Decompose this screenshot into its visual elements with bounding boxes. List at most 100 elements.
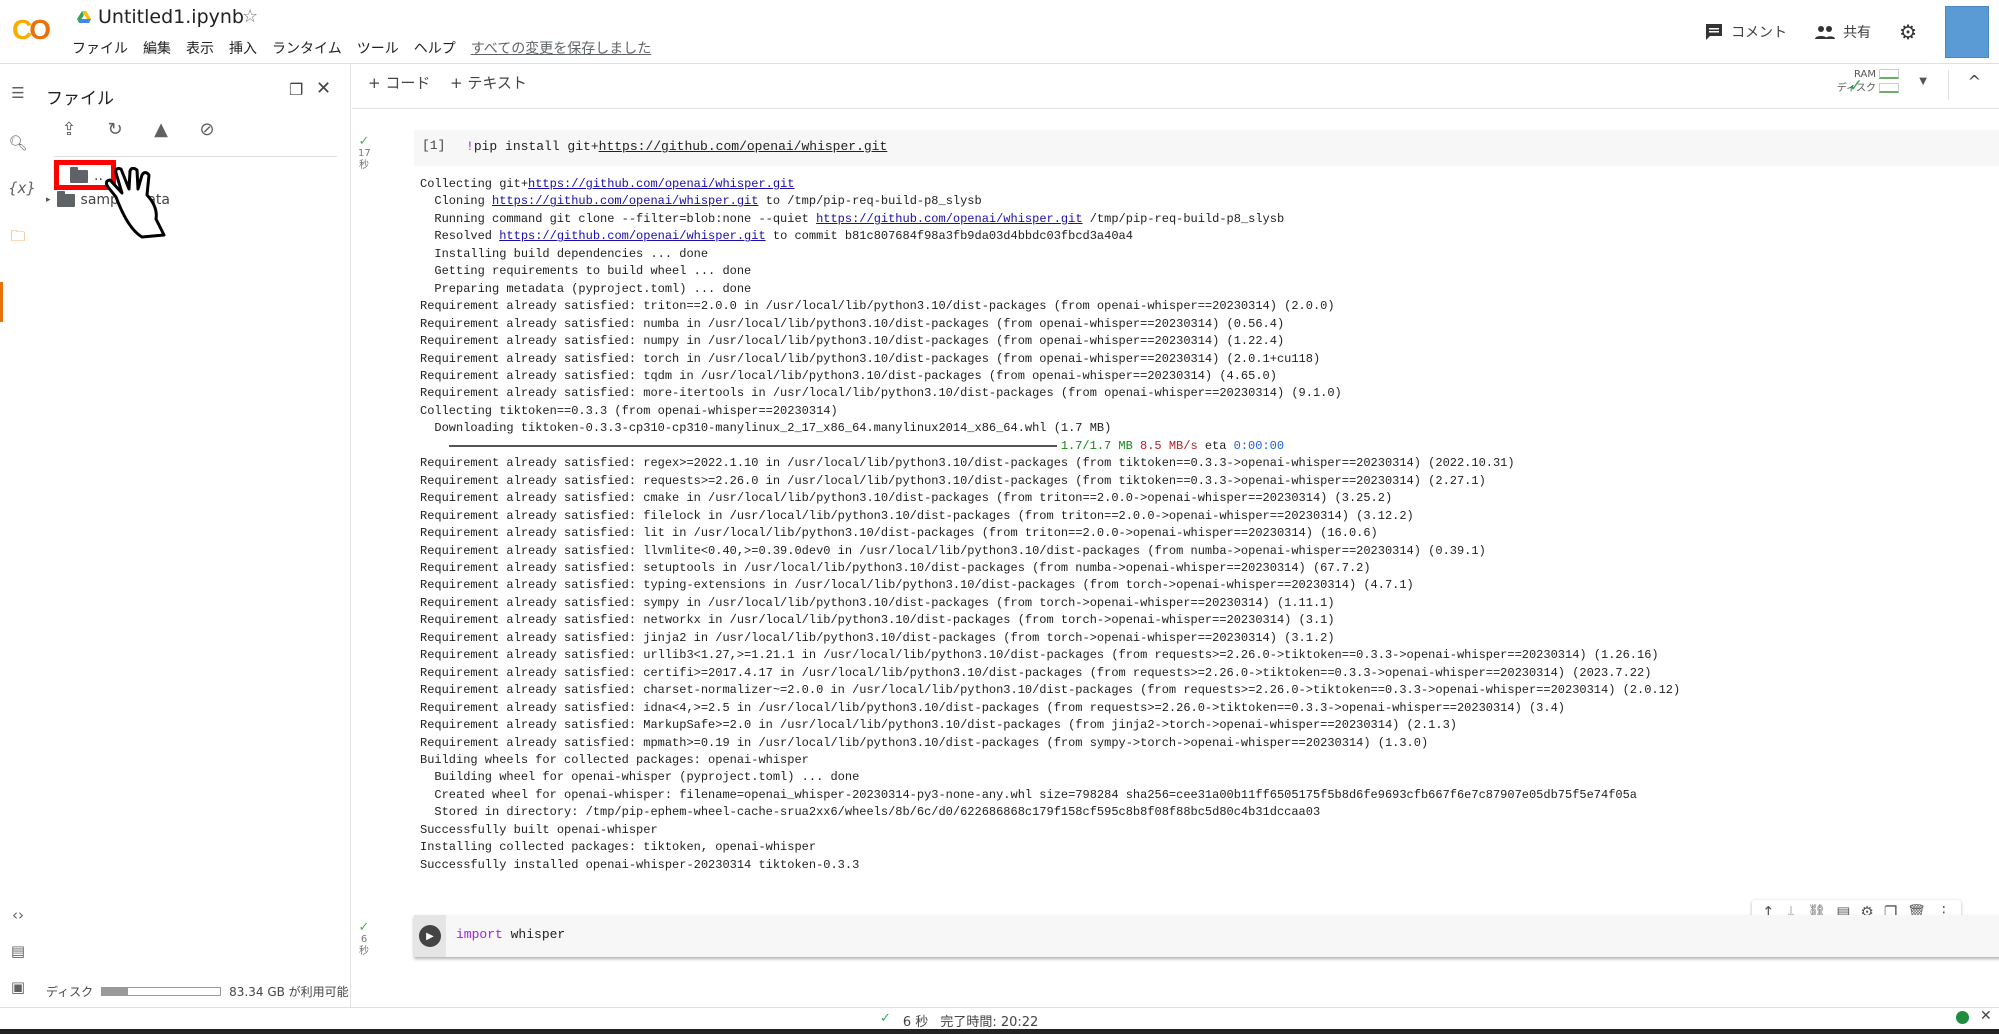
refresh-folder-icon[interactable]: ↻ [104, 119, 126, 141]
output-text: Cloning [420, 194, 493, 209]
menu-runtime[interactable]: ランタイム [272, 38, 342, 58]
code-module: whisper [502, 927, 566, 942]
close-icon[interactable]: ✕ [316, 78, 331, 99]
save-status-link[interactable]: すべての変更を保存しました [471, 38, 651, 58]
ram-graph [1879, 69, 1899, 79]
output-link[interactable]: https://github.com/openai/whisper.git [816, 212, 1082, 226]
code-prefix: ! [466, 139, 474, 154]
output-text: Getting requirements to build wheel ... … [420, 264, 752, 279]
left-rail: ☰ 🔍︎ {x} 🗀 ‹› ▤ ▣ [0, 64, 36, 1007]
output-link[interactable]: https://github.com/openai/whisper.git [492, 194, 758, 208]
output-text: to /tmp/pip-req-build-p8_slysb [758, 194, 982, 209]
output-text: to commit b81c807684f98a3fb9da03d4bbdc03… [765, 229, 1133, 244]
upload-file-icon[interactable]: ⇪ [58, 119, 80, 141]
code-cell-1[interactable]: [1] !pip install git+https://github.com/… [414, 130, 1999, 166]
output-line: Requirement already satisfied: networkx … [420, 612, 1680, 629]
ram-label: RAM [1853, 69, 1876, 80]
menu-view[interactable]: 表示 [186, 38, 214, 58]
output-text: Requirement already satisfied: lit in /u… [420, 526, 1378, 541]
comment-button[interactable]: コメント [1705, 22, 1787, 42]
progress-bar-fill [448, 444, 1057, 447]
cell2-duration-unit: 秒 [359, 946, 369, 957]
avatar[interactable] [1945, 6, 1989, 58]
output-line: Building wheel for openai-whisper (pypro… [420, 769, 1680, 786]
output-text: Requirement already satisfied: charset-n… [420, 683, 1681, 698]
menu-file[interactable]: ファイル [72, 38, 128, 58]
notebook-title[interactable]: Untitled1.ipynb [98, 6, 244, 28]
share-button[interactable]: 共有 [1815, 22, 1871, 42]
toc-icon[interactable]: ☰ [8, 84, 28, 104]
output-text: Requirement already satisfied: idna<4,>=… [420, 700, 1565, 715]
output-link[interactable]: https://github.com/openai/whisper.git [499, 229, 765, 243]
output-text: Requirement already satisfied: jinja2 in… [420, 630, 1335, 645]
output-line: Installing collected packages: tiktoken,… [420, 839, 1680, 856]
colab-logo[interactable]: CO [12, 14, 51, 46]
menu-edit[interactable]: 編集 [143, 38, 171, 58]
add-code-button[interactable]: + コード [368, 72, 430, 93]
output-link[interactable]: https://github.com/openai/whisper.git [528, 177, 794, 191]
hand-cursor-icon [104, 167, 166, 239]
code-snippets-icon[interactable]: ‹› [8, 906, 28, 926]
hide-files-icon[interactable]: ⊘ [196, 119, 218, 141]
search-icon[interactable]: 🔍︎ [8, 134, 28, 154]
collapse-icon[interactable]: ^ [1968, 72, 1981, 91]
mount-drive-icon[interactable]: ▲ [150, 119, 172, 141]
execution-status[interactable]: ✓ 6 秒 完了時間: 20:22 [880, 1011, 1038, 1030]
output-text: Requirement already satisfied: more-iter… [420, 386, 1342, 401]
output-line: Requirement already satisfied: lit in /u… [420, 525, 1680, 542]
code-keyword: import [456, 927, 503, 942]
resource-monitor[interactable]: RAM ディスク [1837, 68, 1899, 96]
output-line: Requirement already satisfied: idna<4,>=… [420, 700, 1680, 717]
code-url[interactable]: https://github.com/openai/whisper.git [599, 139, 888, 154]
close-icon[interactable]: ✕ [1980, 1008, 1992, 1024]
output-line: Created wheel for openai-whisper: filena… [420, 787, 1680, 804]
output-line: Requirement already satisfied: torch in … [420, 351, 1680, 368]
taskbar [0, 1029, 1999, 1034]
menu-tools[interactable]: ツール [357, 38, 399, 58]
output-line: Requirement already satisfied: requests>… [420, 473, 1680, 490]
folder-icon[interactable]: 🗀 [8, 226, 28, 246]
disk-usage-fill [102, 988, 129, 995]
output-line: Requirement already satisfied: jinja2 in… [420, 630, 1680, 647]
output-text: Requirement already satisfied: numpy in … [420, 334, 1285, 349]
output-line: Requirement already satisfied: numba in … [420, 316, 1680, 333]
folder-icon [56, 190, 75, 207]
output-line: Downloading tiktoken-0.3.3-cp310-cp310-m… [420, 420, 1680, 437]
resources-dropdown-icon[interactable]: ▼ [1919, 76, 1927, 87]
output-line: Installing build dependencies ... done [420, 246, 1680, 263]
output-text: Requirement already satisfied: setuptool… [420, 560, 1371, 575]
star-icon[interactable]: ☆ [242, 6, 258, 27]
code-editor[interactable]: !pip install git+https://github.com/open… [466, 139, 887, 154]
menu-insert[interactable]: 挿入 [229, 38, 257, 58]
status-bar: ✓ 6 秒 完了時間: 20:22 [0, 1007, 1999, 1030]
notebook-area: ✓ 17 秒 [1] !pip install git+https://gith… [352, 110, 1999, 1007]
cell1-duration-unit: 秒 [359, 160, 369, 171]
run-cell-button[interactable]: ▶ [414, 915, 446, 957]
add-text-button[interactable]: + テキスト [450, 72, 527, 93]
code-editor[interactable]: import whisper [456, 927, 565, 942]
output-text: 8.5 MB/s [1140, 438, 1198, 453]
expand-arrow-icon[interactable]: ▸ [46, 195, 51, 205]
disk-usage: ディスク 83.34 GB が利用可能 [46, 983, 349, 1000]
google-drive-icon [77, 11, 91, 23]
command-palette-icon[interactable]: ▤ [8, 942, 28, 962]
comment-label: コメント [1731, 25, 1788, 41]
output-text: Requirement already satisfied: certifi>=… [420, 665, 1652, 680]
people-icon [1815, 26, 1836, 39]
settings-button[interactable]: ⚙ [1899, 20, 1917, 44]
menu-help[interactable]: ヘルプ [414, 38, 456, 58]
exec-count: [1] [422, 138, 446, 153]
code-cell-2[interactable]: ▶ import whisper [414, 915, 1999, 957]
status-completed-time: 完了時間: 20:22 [940, 1015, 1039, 1030]
output-text: Requirement already satisfied: torch in … [420, 351, 1321, 366]
terminal-icon[interactable]: ▣ [8, 978, 28, 998]
output-line: Requirement already satisfied: mpmath>=0… [420, 735, 1680, 752]
output-line: Requirement already satisfied: certifi>=… [420, 665, 1680, 682]
output-line: Requirement already satisfied: MarkupSaf… [420, 717, 1680, 734]
variables-icon[interactable]: {x} [8, 179, 36, 199]
maximize-icon[interactable]: ❐ [289, 80, 303, 99]
output-text: Installing build dependencies ... done [420, 246, 709, 261]
header: CO Untitled1.ipynb ☆ ファイル 編集 表示 挿入 ランタイム… [0, 0, 1999, 64]
progress-bar [420, 439, 449, 453]
